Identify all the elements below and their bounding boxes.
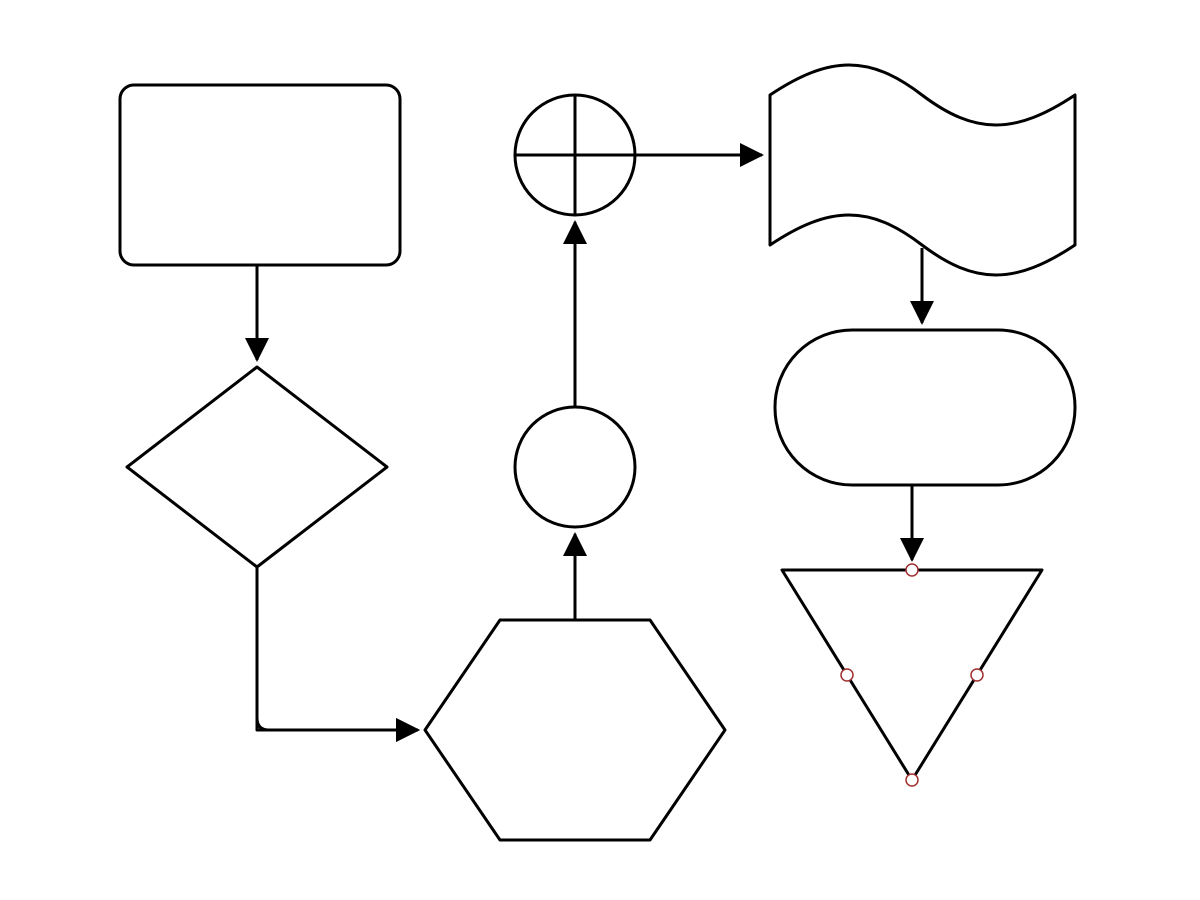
shape-wave-flag[interactable] [770, 65, 1075, 275]
selection-handle[interactable] [906, 774, 918, 786]
shape-rounded-rect[interactable] [120, 85, 400, 265]
shape-hexagon[interactable] [425, 620, 725, 840]
diagram-canvas[interactable] [0, 0, 1200, 900]
selection-handle[interactable] [906, 564, 918, 576]
shape-triangle-down[interactable] [782, 564, 1042, 786]
shape-sum-junction[interactable] [515, 95, 635, 215]
shape-circle[interactable] [515, 407, 635, 527]
selection-handle[interactable] [971, 669, 983, 681]
connector-diamond-to-hexagon[interactable] [257, 567, 418, 730]
selection-handle[interactable] [841, 669, 853, 681]
shape-stadium[interactable] [775, 330, 1075, 485]
shape-diamond[interactable] [127, 367, 387, 567]
